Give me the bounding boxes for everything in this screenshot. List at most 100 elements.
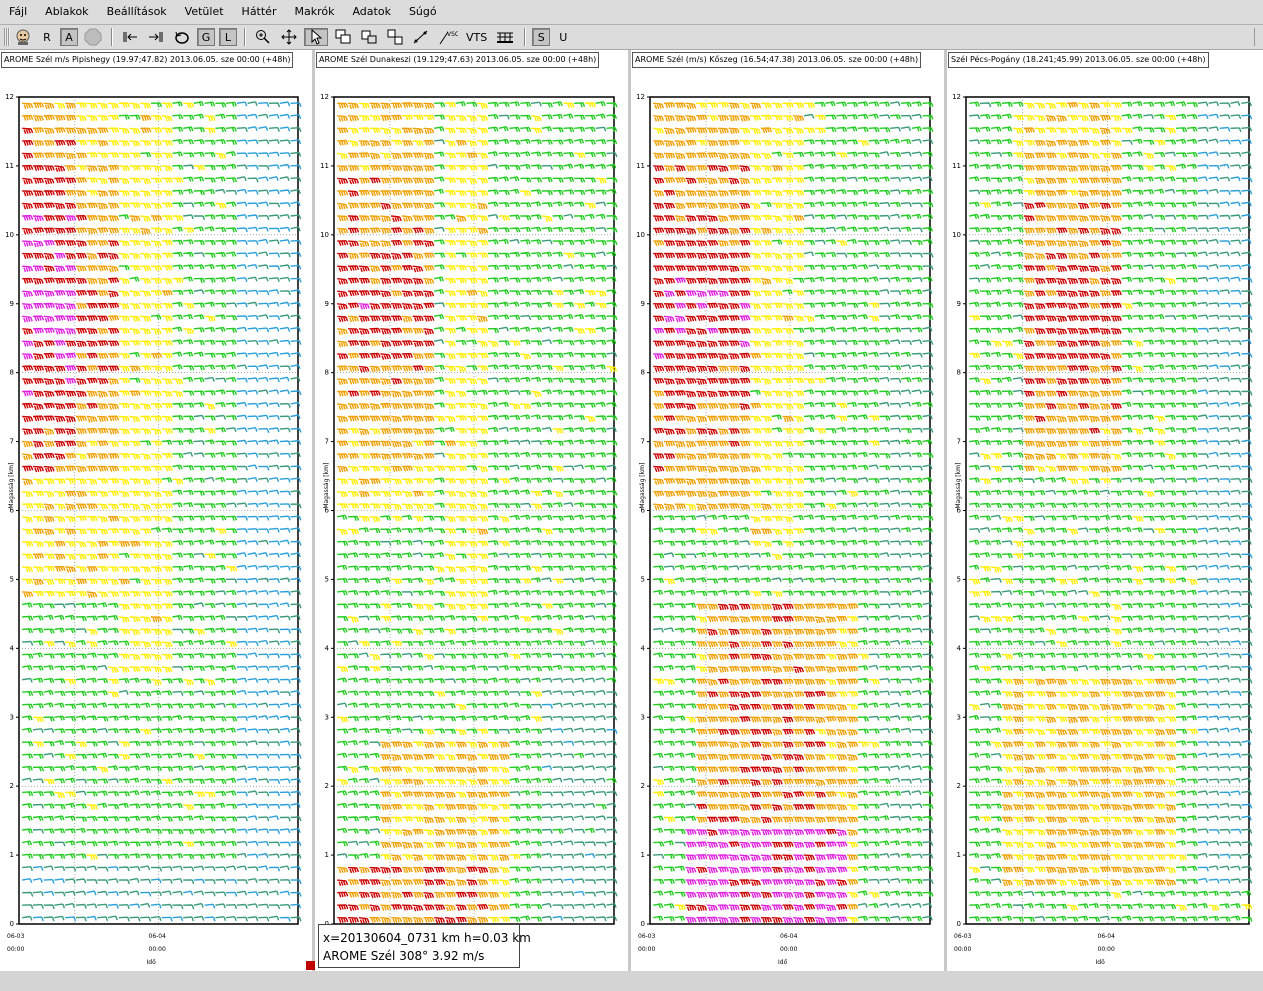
- wind-barb: [369, 152, 381, 160]
- wind-barb: [118, 478, 130, 486]
- wind-barb: [380, 741, 392, 749]
- wind-barb: [487, 452, 499, 458]
- wind-barb: [236, 828, 248, 834]
- wind-barb: [487, 351, 499, 358]
- wind-barb: [193, 190, 206, 196]
- wind-barb: [750, 389, 761, 395]
- menu-windows[interactable]: Ablakok: [36, 1, 97, 23]
- wind-barb: [215, 489, 226, 496]
- wind-barb: [129, 240, 141, 246]
- user-icon[interactable]: [12, 28, 34, 46]
- wind-barb: [423, 615, 434, 621]
- loop-icon[interactable]: [171, 28, 193, 46]
- vts-button[interactable]: VTS: [464, 28, 489, 46]
- step-back-icon[interactable]: [119, 28, 141, 46]
- wind-barb: [401, 177, 413, 184]
- wind-barb: [574, 903, 586, 909]
- wind-barb: [423, 565, 435, 571]
- wind-barb: [236, 201, 248, 207]
- wind-barb: [193, 690, 205, 696]
- wind-barb: [857, 327, 869, 333]
- menu-macros[interactable]: Makrók: [285, 1, 343, 23]
- g-button[interactable]: G: [197, 28, 215, 46]
- wind-barb: [814, 139, 826, 145]
- grid-table-icon[interactable]: [493, 28, 517, 46]
- vsc-icon[interactable]: VSC: [436, 28, 460, 46]
- wind-barb: [653, 428, 665, 434]
- wind-barb: [236, 302, 248, 308]
- wind-barb: [54, 140, 66, 146]
- wind-barb: [520, 616, 532, 623]
- wind-barb: [434, 188, 445, 194]
- wind-barb: [595, 589, 606, 595]
- a-button[interactable]: A: [60, 28, 78, 46]
- wind-barb: [814, 390, 826, 396]
- profile-panel-dunakeszi[interactable]: 012345678910111206-0300:0006-0400:00IdőM…: [315, 50, 628, 971]
- wind-barb: [268, 351, 280, 357]
- wind-barb: [696, 841, 708, 848]
- wind-barb: [728, 679, 740, 686]
- window-arrange-icon[interactable]: [384, 28, 406, 46]
- stop-icon[interactable]: [82, 28, 104, 46]
- wind-barb: [531, 803, 543, 809]
- profile-line-icon[interactable]: [410, 28, 432, 46]
- wind-barb: [65, 340, 77, 347]
- toolbar-grip[interactable]: [4, 28, 10, 46]
- wind-barb: [247, 240, 259, 246]
- wind-barb: [32, 453, 45, 460]
- pan-icon[interactable]: [278, 28, 300, 46]
- wind-barb: [825, 879, 837, 886]
- menu-data[interactable]: Adatok: [343, 1, 399, 23]
- wind-barb: [793, 666, 805, 674]
- wind-barb: [771, 440, 783, 448]
- step-forward-icon[interactable]: [145, 28, 167, 46]
- wind-barb: [574, 765, 585, 771]
- u-button[interactable]: U: [554, 28, 572, 46]
- profile-panel-koszeg[interactable]: 0 1 2 3 4 5 6 7 8 9 10 11 12 06-03 00:00 06-04 00:00 Idő M…: [631, 50, 944, 971]
- wind-barb: [236, 489, 247, 495]
- wind-barb: [97, 816, 109, 822]
- wind-profile-plot[interactable]: 012345678910111206-0300:0006-0400:00IdőM…: [631, 50, 944, 971]
- profile-panel-pipishegy[interactable]: 0 1 2 3 4 5 6 7 8 9 10 11 12 06-03 00:00 06-04 00:00 Idő M…: [0, 50, 312, 971]
- wind-barb: [760, 478, 773, 485]
- menu-settings[interactable]: Beállítások: [98, 1, 176, 23]
- wind-barb: [54, 340, 66, 347]
- window-copy-icon[interactable]: [332, 28, 354, 46]
- menu-help[interactable]: Súgó: [400, 1, 446, 23]
- wind-barb: [455, 615, 467, 621]
- l-button[interactable]: L: [219, 28, 237, 46]
- wind-barb: [674, 777, 685, 783]
- menu-file[interactable]: Fájl: [0, 1, 36, 23]
- wind-barb: [401, 340, 413, 347]
- menu-background[interactable]: Háttér: [233, 1, 286, 23]
- wind-barb: [369, 290, 381, 297]
- menu-projection[interactable]: Vetület: [176, 1, 233, 23]
- r-button[interactable]: R: [38, 28, 56, 46]
- wind-profile-plot[interactable]: 012345678910111206-0300:0006-0400:00IdőM…: [0, 50, 312, 971]
- zoom-icon[interactable]: [252, 28, 274, 46]
- wind-barb: [423, 741, 435, 749]
- wind-barb: [75, 390, 87, 398]
- wind-barb: [140, 478, 151, 486]
- wind-barb: [401, 215, 413, 222]
- wind-barb: [836, 465, 848, 471]
- wind-barb: [22, 127, 34, 135]
- wind-barb: [717, 428, 729, 435]
- wind-barb: [236, 903, 248, 909]
- wind-barb: [584, 790, 596, 796]
- wind-barb: [412, 804, 424, 811]
- wind-barb: [215, 778, 227, 785]
- s-button[interactable]: S: [532, 28, 551, 46]
- wind-barb: [696, 628, 708, 635]
- wind-barb: [760, 904, 772, 912]
- wind-barb: [358, 390, 370, 397]
- pointer-icon[interactable]: [304, 28, 328, 46]
- wind-barb: [707, 365, 719, 373]
- wind-barb: [129, 777, 140, 783]
- window-paste-icon[interactable]: [358, 28, 380, 46]
- wind-barb: [54, 665, 66, 671]
- wind-barb: [868, 916, 880, 922]
- wind-barb: [674, 340, 686, 347]
- wind-barb: [685, 340, 697, 348]
- wind-profile-plot[interactable]: 012345678910111206-0300:0006-0400:00IdőM…: [315, 50, 628, 971]
